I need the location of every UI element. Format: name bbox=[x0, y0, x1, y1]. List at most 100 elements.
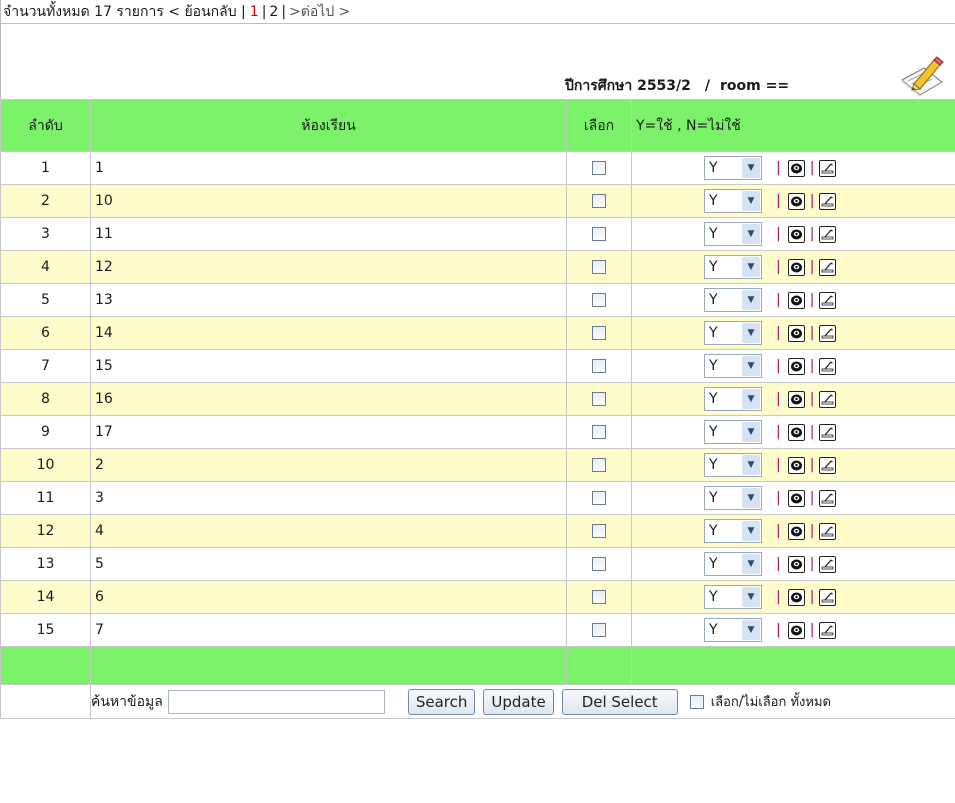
chevron-down-icon: ▼ bbox=[742, 290, 760, 310]
view-icon[interactable] bbox=[787, 159, 805, 177]
status-select[interactable]: Y ▼ bbox=[704, 486, 762, 510]
row-select-checkbox[interactable] bbox=[592, 326, 606, 340]
select-cell bbox=[566, 580, 632, 614]
select-cell bbox=[566, 514, 632, 548]
search-toolbar: ค้นหาข้อมูล Search Update Del Select เลื… bbox=[90, 684, 955, 719]
action-separator: | bbox=[809, 292, 815, 308]
row-select-checkbox[interactable] bbox=[592, 392, 606, 406]
status-select[interactable]: Y ▼ bbox=[704, 189, 762, 213]
view-icon[interactable] bbox=[787, 555, 805, 573]
delete-selected-button[interactable]: Del Select bbox=[561, 688, 678, 715]
search-button[interactable]: Search bbox=[407, 688, 476, 715]
status-select[interactable]: Y ▼ bbox=[704, 585, 762, 609]
row-number: 2 bbox=[0, 184, 91, 218]
row-number: 5 bbox=[0, 283, 91, 317]
select-cell bbox=[566, 217, 632, 251]
status-select[interactable]: Y ▼ bbox=[704, 288, 762, 312]
row-select-checkbox[interactable] bbox=[592, 623, 606, 637]
pencil-paper-icon[interactable] bbox=[898, 56, 946, 98]
row-select-checkbox[interactable] bbox=[592, 293, 606, 307]
search-label: ค้นหาข้อมูล bbox=[91, 693, 163, 710]
edit-icon[interactable] bbox=[819, 423, 837, 441]
select-all-checkbox[interactable] bbox=[689, 694, 704, 709]
edit-icon[interactable] bbox=[819, 621, 837, 639]
chevron-down-icon: ▼ bbox=[742, 224, 760, 244]
view-icon[interactable] bbox=[787, 522, 805, 540]
status-select[interactable]: Y ▼ bbox=[704, 453, 762, 477]
row-select-checkbox[interactable] bbox=[592, 227, 606, 241]
edit-icon[interactable] bbox=[819, 357, 837, 375]
edit-icon[interactable] bbox=[819, 390, 837, 408]
row-number: 11 bbox=[0, 481, 91, 515]
view-icon[interactable] bbox=[787, 621, 805, 639]
view-icon[interactable] bbox=[787, 390, 805, 408]
edit-icon[interactable] bbox=[819, 456, 837, 474]
room-name: 13 bbox=[90, 283, 567, 317]
view-icon[interactable] bbox=[787, 192, 805, 210]
row-select-checkbox[interactable] bbox=[592, 260, 606, 274]
status-select[interactable]: Y ▼ bbox=[704, 354, 762, 378]
status-select[interactable]: Y ▼ bbox=[704, 387, 762, 411]
select-cell bbox=[566, 613, 632, 647]
status-select[interactable]: Y ▼ bbox=[704, 420, 762, 444]
column-header-room: ห้องเรียน bbox=[90, 99, 567, 152]
row-select-checkbox[interactable] bbox=[592, 458, 606, 472]
room-name: 12 bbox=[90, 250, 567, 284]
row-number: 3 bbox=[0, 217, 91, 251]
edit-icon[interactable] bbox=[819, 192, 837, 210]
view-icon[interactable] bbox=[787, 324, 805, 342]
view-icon[interactable] bbox=[787, 258, 805, 276]
row-select-checkbox[interactable] bbox=[592, 557, 606, 571]
chevron-down-icon: ▼ bbox=[742, 620, 760, 640]
status-select[interactable]: Y ▼ bbox=[704, 519, 762, 543]
table-row: 8 16 Y ▼ | | bbox=[0, 382, 955, 416]
row-select-checkbox[interactable] bbox=[592, 590, 606, 604]
chevron-down-icon: ▼ bbox=[742, 323, 760, 343]
chevron-down-icon: ▼ bbox=[742, 554, 760, 574]
view-icon[interactable] bbox=[787, 489, 805, 507]
view-icon[interactable] bbox=[787, 291, 805, 309]
row-select-checkbox[interactable] bbox=[592, 359, 606, 373]
status-select[interactable]: Y ▼ bbox=[704, 222, 762, 246]
edit-icon[interactable] bbox=[819, 159, 837, 177]
edit-icon[interactable] bbox=[819, 291, 837, 309]
status-select[interactable]: Y ▼ bbox=[704, 156, 762, 180]
edit-icon[interactable] bbox=[819, 225, 837, 243]
row-select-checkbox[interactable] bbox=[592, 425, 606, 439]
search-input[interactable] bbox=[167, 689, 385, 714]
page-link-2[interactable]: 2 bbox=[269, 4, 278, 20]
column-header-status: Y=ใช้ , N=ไม่ใช้ bbox=[631, 99, 955, 152]
row-select-checkbox[interactable] bbox=[592, 194, 606, 208]
edit-icon[interactable] bbox=[819, 489, 837, 507]
view-icon[interactable] bbox=[787, 225, 805, 243]
room-name: 3 bbox=[90, 481, 567, 515]
view-icon[interactable] bbox=[787, 423, 805, 441]
status-cell: Y ▼ | | bbox=[631, 580, 955, 614]
view-icon[interactable] bbox=[787, 456, 805, 474]
status-cell: Y ▼ | | bbox=[631, 481, 955, 515]
row-select-checkbox[interactable] bbox=[592, 161, 606, 175]
status-select[interactable]: Y ▼ bbox=[704, 552, 762, 576]
update-button[interactable]: Update bbox=[483, 688, 554, 715]
view-icon[interactable] bbox=[787, 357, 805, 375]
row-select-checkbox[interactable] bbox=[592, 491, 606, 505]
next-page-link[interactable]: >ต่อไป > bbox=[289, 1, 350, 23]
edit-icon[interactable] bbox=[819, 555, 837, 573]
row-select-checkbox[interactable] bbox=[592, 524, 606, 538]
status-cell: Y ▼ | | bbox=[631, 316, 955, 350]
action-separator: | bbox=[809, 556, 815, 572]
action-separator: | bbox=[809, 358, 815, 374]
select-all-toggle[interactable]: เลือก/ไม่เลือก ทั้งหมด bbox=[689, 691, 831, 712]
edit-icon[interactable] bbox=[819, 324, 837, 342]
edit-icon[interactable] bbox=[819, 522, 837, 540]
edit-icon[interactable] bbox=[819, 258, 837, 276]
chevron-down-icon: ▼ bbox=[742, 389, 760, 409]
select-cell bbox=[566, 547, 632, 581]
status-select[interactable]: Y ▼ bbox=[704, 321, 762, 345]
status-select[interactable]: Y ▼ bbox=[704, 618, 762, 642]
status-select[interactable]: Y ▼ bbox=[704, 255, 762, 279]
page-link-1[interactable]: 1 bbox=[250, 4, 259, 20]
view-icon[interactable] bbox=[787, 588, 805, 606]
edit-icon[interactable] bbox=[819, 588, 837, 606]
select-cell bbox=[566, 415, 632, 449]
